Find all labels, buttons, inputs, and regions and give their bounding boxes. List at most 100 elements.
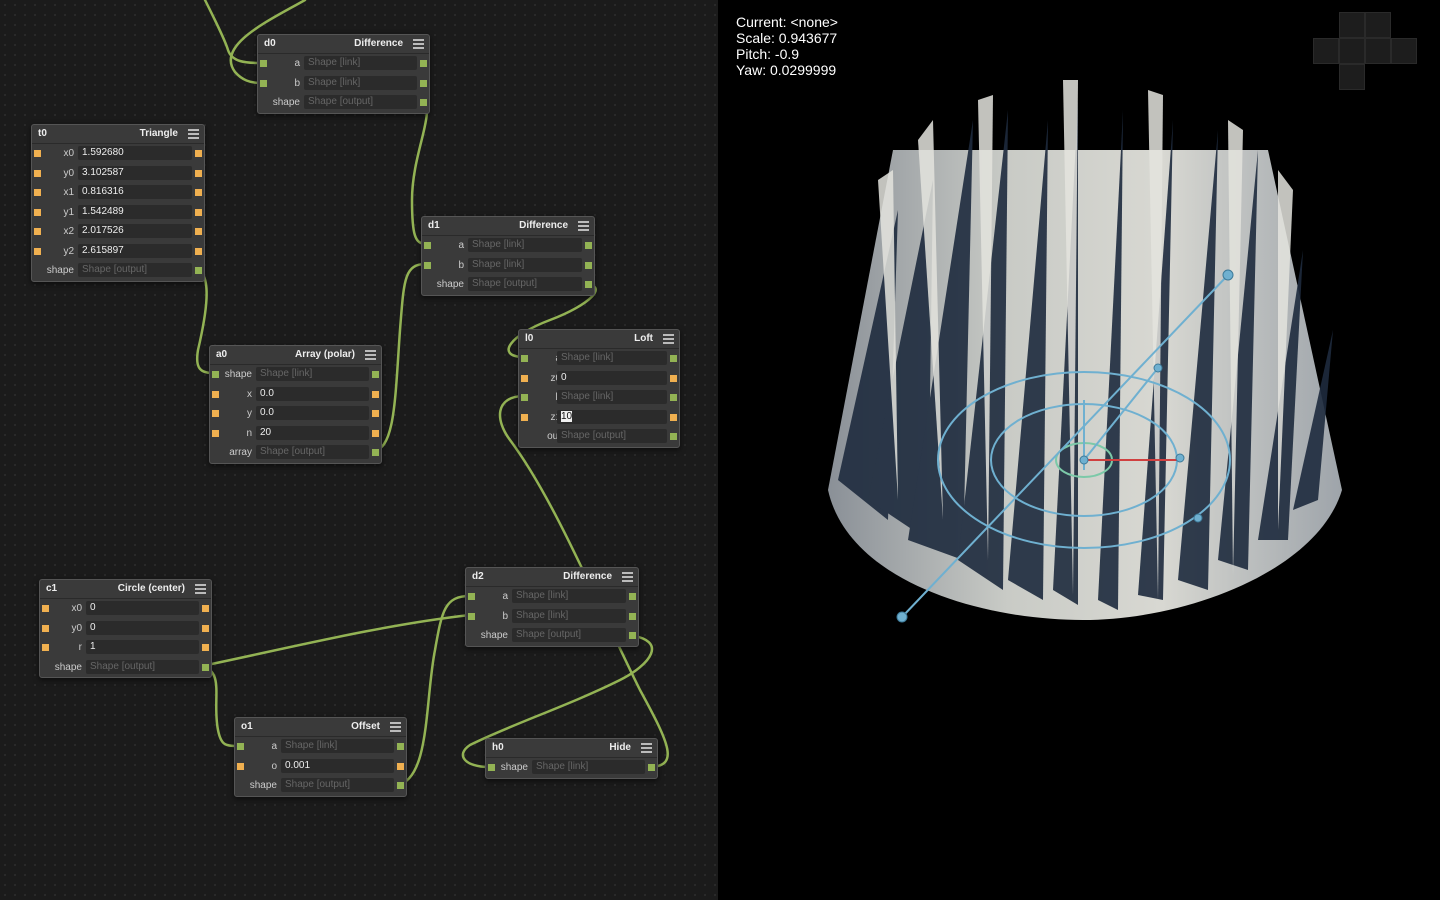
- input-port-x2[interactable]: [34, 228, 41, 235]
- node-a0-array-polar[interactable]: a0 Array (polar) shape Shape [link] x 0.0 …: [209, 345, 382, 464]
- view-cube-bottom[interactable]: [1339, 64, 1365, 90]
- output-port-o[interactable]: [397, 762, 404, 770]
- view-cube-back[interactable]: [1391, 38, 1417, 64]
- node-header[interactable]: d1 Difference: [422, 217, 594, 236]
- node-menu-icon[interactable]: [365, 350, 376, 360]
- node-header[interactable]: o1 Offset: [235, 718, 406, 737]
- output-port-a[interactable]: [397, 743, 404, 750]
- view-cube-left[interactable]: [1313, 38, 1339, 64]
- input-port-x0[interactable]: [34, 150, 41, 157]
- output-port-shape[interactable]: [420, 99, 427, 106]
- field-n[interactable]: 20: [256, 425, 369, 440]
- input-port-y2[interactable]: [34, 247, 41, 255]
- input-port-z1[interactable]: [521, 413, 528, 421]
- output-port-shape[interactable]: [372, 371, 379, 378]
- input-port-y1[interactable]: [34, 208, 41, 216]
- output-port-shape[interactable]: [202, 663, 209, 671]
- input-port-b[interactable]: [468, 612, 475, 620]
- output-port-b[interactable]: [670, 394, 677, 401]
- node-menu-icon[interactable]: [188, 129, 199, 139]
- view-cube-right[interactable]: [1365, 38, 1391, 64]
- output-port-z0[interactable]: [670, 374, 677, 382]
- field-y2[interactable]: 2.615897: [78, 243, 192, 258]
- input-port-x[interactable]: [212, 390, 219, 398]
- node-menu-icon[interactable]: [390, 722, 401, 732]
- output-port-a[interactable]: [585, 242, 592, 249]
- field-a[interactable]: Shape [link]: [468, 238, 582, 252]
- field-shape[interactable]: Shape [link]: [532, 760, 645, 774]
- input-port-a[interactable]: [521, 355, 528, 362]
- node-header[interactable]: h0 Hide: [486, 739, 657, 758]
- field-y[interactable]: 0.0: [256, 406, 369, 420]
- node-c1-circle-center[interactable]: c1 Circle (center) x0 0 y0 0 r1 shape Shape…: [39, 579, 212, 678]
- output-port-shape[interactable]: [648, 764, 655, 771]
- graph-editor[interactable]: d0 Difference a Shape [link] b Shape [link…: [0, 0, 718, 900]
- input-port-x0[interactable]: [42, 605, 49, 612]
- node-l0-loft[interactable]: l0 Loft aShape [link] z00 bShape [link] …: [518, 329, 680, 448]
- output-port-n[interactable]: [372, 429, 379, 437]
- field-x[interactable]: 0.0: [256, 386, 369, 401]
- output-port-shape[interactable]: [585, 281, 592, 288]
- field-b[interactable]: Shape [link]: [468, 257, 582, 272]
- field-a[interactable]: Shape [link]: [304, 56, 417, 70]
- output-port-r[interactable]: [202, 644, 209, 651]
- field-y0[interactable]: 0: [86, 620, 199, 635]
- input-port-a[interactable]: [237, 743, 244, 750]
- output-port-y1[interactable]: [195, 208, 202, 216]
- field-x2[interactable]: 2.017526: [78, 224, 192, 238]
- input-port-b[interactable]: [521, 394, 528, 401]
- field-o[interactable]: 0.001: [281, 758, 394, 773]
- input-port-y[interactable]: [212, 410, 219, 417]
- input-port-x1[interactable]: [34, 189, 41, 196]
- 3d-viewport[interactable]: Current: <none> Scale: 0.943677 Pitch: -…: [718, 0, 1440, 900]
- output-port-a[interactable]: [629, 593, 636, 600]
- node-header[interactable]: d0 Difference: [258, 35, 429, 54]
- output-port-out[interactable]: [670, 433, 677, 440]
- output-port-y0[interactable]: [195, 169, 202, 177]
- field-x0[interactable]: 0: [86, 601, 199, 615]
- output-port-y2[interactable]: [195, 247, 202, 255]
- output-port-b[interactable]: [629, 612, 636, 620]
- output-port-y[interactable]: [372, 410, 379, 417]
- input-port-shape[interactable]: [212, 371, 219, 378]
- node-header[interactable]: t0 Triangle: [32, 125, 204, 144]
- input-port-shape[interactable]: [488, 764, 495, 771]
- node-d1-difference[interactable]: d1 Difference a Shape [link] b Shape [link…: [421, 216, 595, 296]
- field-z0[interactable]: 0: [557, 370, 667, 385]
- output-port-shape[interactable]: [397, 782, 404, 789]
- view-cube-front[interactable]: [1339, 38, 1365, 64]
- node-menu-icon[interactable]: [413, 39, 424, 49]
- node-header[interactable]: d2 Difference: [466, 568, 638, 587]
- input-port-y0[interactable]: [42, 624, 49, 632]
- output-port-array[interactable]: [372, 449, 379, 456]
- input-port-r[interactable]: [42, 644, 49, 651]
- output-port-b[interactable]: [585, 261, 592, 269]
- node-d0-difference[interactable]: d0 Difference a Shape [link] b Shape [link…: [257, 34, 430, 114]
- output-port-a[interactable]: [670, 355, 677, 362]
- output-port-x[interactable]: [372, 390, 379, 398]
- input-port-b[interactable]: [424, 261, 431, 269]
- node-header[interactable]: l0 Loft: [519, 330, 679, 349]
- view-cube-top-right[interactable]: [1365, 12, 1391, 38]
- output-port-x0[interactable]: [202, 605, 209, 612]
- input-port-b[interactable]: [260, 79, 267, 87]
- input-port-z0[interactable]: [521, 374, 528, 382]
- input-port-o[interactable]: [237, 762, 244, 770]
- field-b[interactable]: Shape [link]: [512, 608, 626, 623]
- input-port-y0[interactable]: [34, 169, 41, 177]
- node-menu-icon[interactable]: [663, 334, 674, 344]
- field-x0[interactable]: 1.592680: [78, 146, 192, 160]
- view-cube-top[interactable]: [1339, 12, 1365, 38]
- field-r[interactable]: 1: [86, 640, 199, 654]
- node-o1-offset[interactable]: o1 Offset a Shape [link] o 0.001 shape Shap…: [234, 717, 407, 797]
- field-b[interactable]: Shape [link]: [304, 75, 417, 90]
- input-port-a[interactable]: [468, 593, 475, 600]
- node-h0-hide[interactable]: h0 Hide shape Shape [link]: [485, 738, 658, 779]
- node-header[interactable]: a0 Array (polar): [210, 346, 381, 365]
- node-header[interactable]: c1 Circle (center): [40, 580, 211, 599]
- node-d2-difference[interactable]: d2 Difference a Shape [link] b Shape [link…: [465, 567, 639, 647]
- output-port-z1[interactable]: [670, 413, 677, 421]
- field-x1[interactable]: 0.816316: [78, 185, 192, 199]
- output-port-a[interactable]: [420, 60, 427, 67]
- view-cube-icon[interactable]: [1313, 12, 1417, 92]
